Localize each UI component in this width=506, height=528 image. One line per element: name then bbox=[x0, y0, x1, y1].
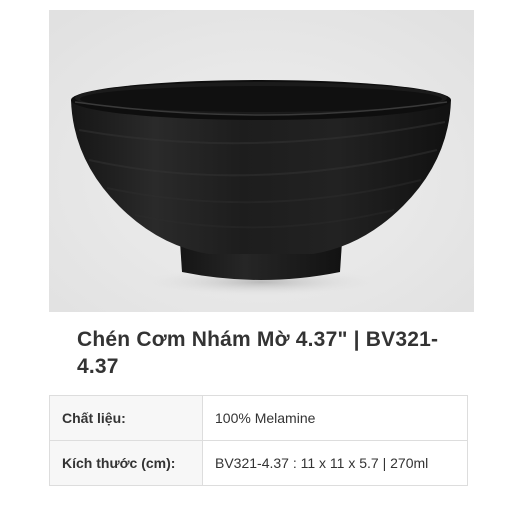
spec-value: 100% Melamine bbox=[202, 395, 468, 441]
table-row: Chất liệu: 100% Melamine bbox=[49, 395, 468, 441]
product-title: Chén Cơm Nhám Mờ 4.37" | BV321-4.37 bbox=[77, 328, 439, 378]
bowl-illustration bbox=[49, 10, 474, 312]
spec-table: Chất liệu: 100% Melamine Kích thước (cm)… bbox=[49, 395, 468, 486]
spec-label: Kích thước (cm): bbox=[49, 440, 203, 486]
spec-label: Chất liệu: bbox=[49, 395, 203, 441]
product-image bbox=[49, 10, 474, 312]
spec-value: BV321-4.37 : 11 x 11 x 5.7 | 270ml bbox=[202, 440, 468, 486]
table-row: Kích thước (cm): BV321-4.37 : 11 x 11 x … bbox=[49, 440, 468, 486]
